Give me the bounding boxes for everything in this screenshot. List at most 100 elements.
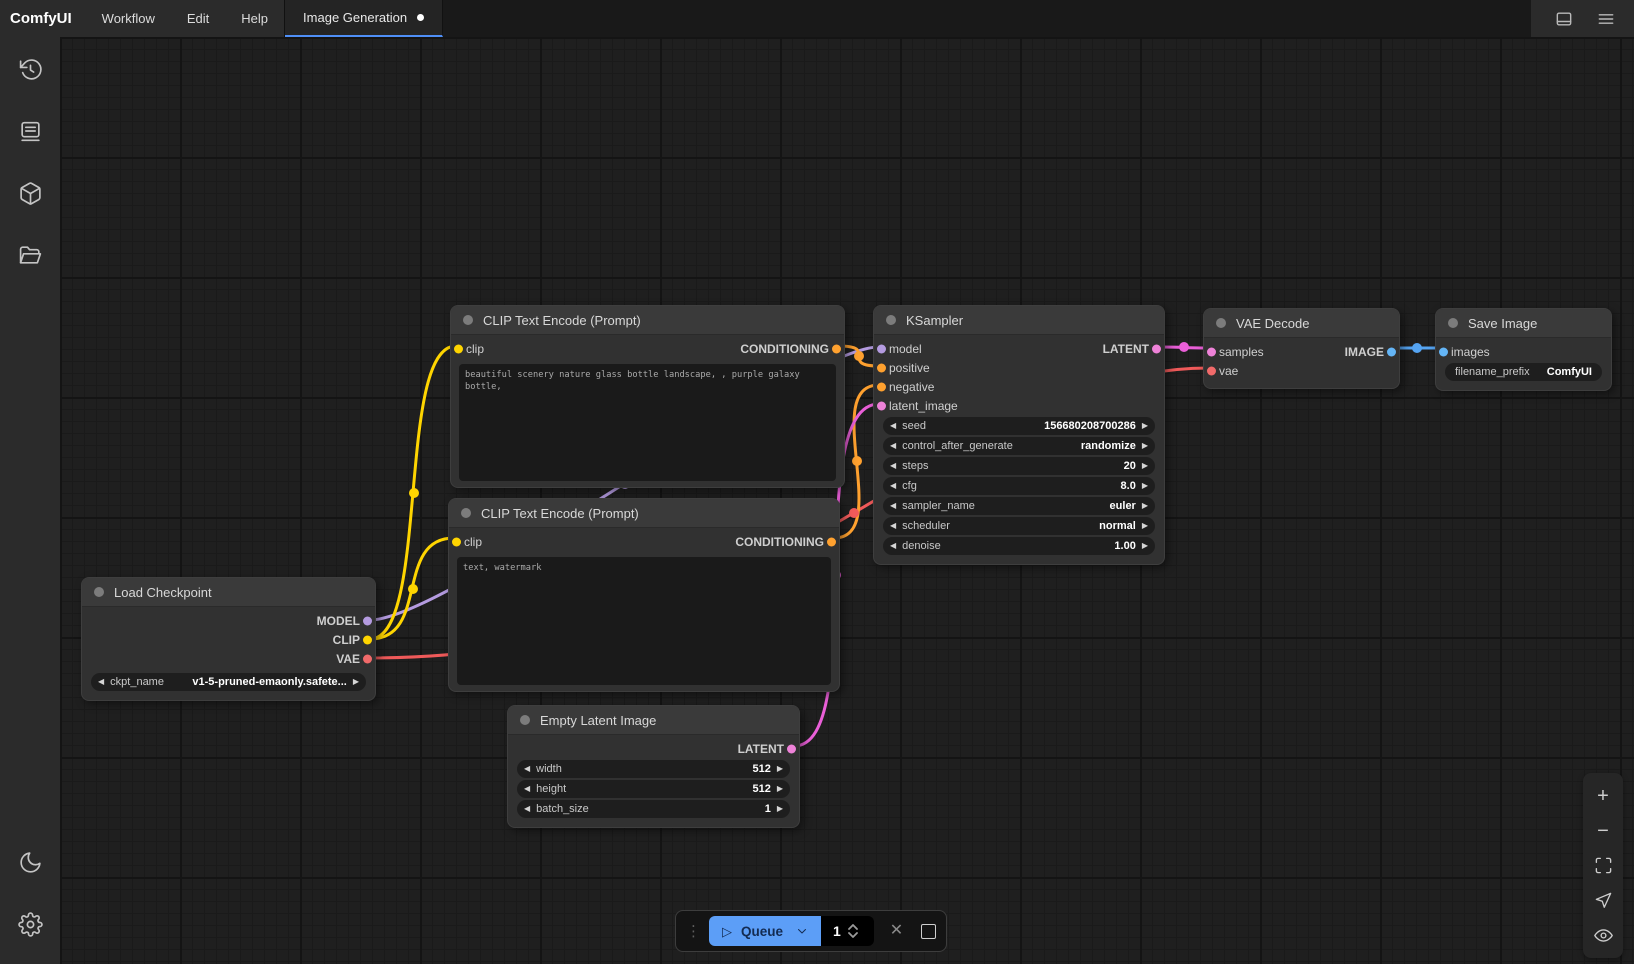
input-dot-clip[interactable] [454, 344, 463, 353]
input-dot-clip[interactable] [452, 537, 461, 546]
increment-icon[interactable]: ▶ [1142, 422, 1148, 430]
bottom-panel-toggle-icon[interactable] [1554, 9, 1574, 29]
widget-ckpt-name[interactable]: ◀ ckpt_name v1-5-pruned-emaonly.safete..… [91, 673, 366, 691]
decrement-icon[interactable]: ◀ [890, 462, 896, 470]
combo-prev-icon[interactable]: ◀ [98, 678, 104, 686]
widget-steps[interactable]: ◀ steps 20 ▶ [883, 457, 1155, 475]
chevron-down-icon[interactable] [796, 925, 808, 937]
node-header[interactable]: Load Checkpoint [82, 578, 375, 607]
batch-count-input[interactable]: 1 [821, 916, 874, 946]
node-header[interactable]: Empty Latent Image [508, 706, 799, 735]
widget-width[interactable]: ◀ width 512 ▶ [517, 760, 790, 778]
queue-button[interactable]: ▷ Queue [709, 916, 821, 946]
collapse-dot-icon[interactable] [886, 315, 896, 325]
prompt-text-area[interactable]: text, watermark [457, 557, 831, 685]
input-dot-samples[interactable] [1207, 347, 1216, 356]
combo-prev-icon[interactable]: ◀ [890, 502, 896, 510]
collapse-dot-icon[interactable] [1448, 318, 1458, 328]
spinner-down-icon[interactable] [848, 932, 858, 938]
node-graph-canvas[interactable] [60, 37, 1634, 964]
menu-help[interactable]: Help [225, 0, 284, 37]
node-header[interactable]: KSampler [874, 306, 1164, 335]
select-mode-button[interactable] [1583, 886, 1623, 915]
menu-workflow[interactable]: Workflow [86, 0, 171, 37]
tab-image-generation[interactable]: Image Generation [285, 0, 443, 37]
output-dot-clip[interactable] [363, 635, 372, 644]
combo-next-icon[interactable]: ▶ [1142, 522, 1148, 530]
node-header[interactable]: VAE Decode [1204, 309, 1399, 338]
decrement-icon[interactable]: ◀ [890, 422, 896, 430]
prompt-text-area[interactable]: beautiful scenery nature glass bottle la… [459, 364, 836, 481]
history-icon[interactable] [18, 57, 43, 82]
decrement-icon[interactable]: ◀ [524, 785, 530, 793]
combo-next-icon[interactable]: ▶ [1142, 442, 1148, 450]
output-dot-latent[interactable] [787, 744, 796, 753]
increment-icon[interactable]: ▶ [1142, 462, 1148, 470]
input-dot-vae[interactable] [1207, 366, 1216, 375]
increment-icon[interactable]: ▶ [1142, 542, 1148, 550]
model-library-icon[interactable] [18, 181, 43, 206]
widget-sampler-name[interactable]: ◀ sampler_name euler ▶ [883, 497, 1155, 515]
workflows-folder-icon[interactable] [18, 243, 43, 268]
output-dot-model[interactable] [363, 616, 372, 625]
settings-gear-icon[interactable] [18, 912, 43, 937]
spinner-up-icon[interactable] [848, 924, 858, 930]
decrement-icon[interactable]: ◀ [524, 765, 530, 773]
collapse-dot-icon[interactable] [1216, 318, 1226, 328]
collapse-dot-icon[interactable] [461, 508, 471, 518]
combo-next-icon[interactable]: ▶ [1142, 502, 1148, 510]
node-header[interactable]: CLIP Text Encode (Prompt) [451, 306, 844, 335]
increment-icon[interactable]: ▶ [1142, 482, 1148, 490]
combo-prev-icon[interactable]: ◀ [890, 442, 896, 450]
theme-toggle-moon-icon[interactable] [18, 850, 43, 875]
input-dot-images[interactable] [1439, 347, 1448, 356]
decrement-icon[interactable]: ◀ [524, 805, 530, 813]
widget-height[interactable]: ◀ height 512 ▶ [517, 780, 790, 798]
increment-icon[interactable]: ▶ [777, 785, 783, 793]
queue-log-icon[interactable] [18, 119, 43, 144]
output-dot-conditioning[interactable] [827, 537, 836, 546]
node-save-image[interactable]: Save Image images filename_prefix ComfyU… [1435, 308, 1612, 391]
node-header[interactable]: CLIP Text Encode (Prompt) [449, 499, 839, 528]
menu-edit[interactable]: Edit [171, 0, 225, 37]
widget-seed[interactable]: ◀ seed 156680208700286 ▶ [883, 417, 1155, 435]
collapse-dot-icon[interactable] [94, 587, 104, 597]
widget-scheduler[interactable]: ◀ scheduler normal ▶ [883, 517, 1155, 535]
output-dot-image[interactable] [1387, 347, 1396, 356]
toggle-link-visibility-button[interactable] [1583, 921, 1623, 950]
input-dot-model[interactable] [877, 344, 886, 353]
widget-filename-prefix[interactable]: filename_prefix ComfyUI [1445, 363, 1602, 381]
zoom-out-button[interactable]: − [1583, 816, 1623, 845]
input-dot-latent-image[interactable] [877, 401, 886, 410]
collapse-dot-icon[interactable] [463, 315, 473, 325]
node-empty-latent-image[interactable]: Empty Latent Image LATENT ◀ width 512 ▶ … [507, 705, 800, 828]
decrement-icon[interactable]: ◀ [890, 542, 896, 550]
count-spinner[interactable] [848, 924, 858, 938]
widget-control-after-generate[interactable]: ◀ control_after_generate randomize ▶ [883, 437, 1155, 455]
input-dot-positive[interactable] [877, 363, 886, 372]
widget-batch-size[interactable]: ◀ batch_size 1 ▶ [517, 800, 790, 818]
app-logo[interactable]: ComfyUI [0, 0, 86, 37]
node-clip-text-encode-negative[interactable]: CLIP Text Encode (Prompt) clip CONDITION… [448, 498, 840, 692]
node-clip-text-encode-positive[interactable]: CLIP Text Encode (Prompt) clip CONDITION… [450, 305, 845, 488]
output-dot-latent[interactable] [1152, 344, 1161, 353]
output-dot-conditioning[interactable] [832, 344, 841, 353]
combo-prev-icon[interactable]: ◀ [890, 522, 896, 530]
node-header[interactable]: Save Image [1436, 309, 1611, 338]
widget-denoise[interactable]: ◀ denoise 1.00 ▶ [883, 537, 1155, 555]
node-load-checkpoint[interactable]: Load Checkpoint MODEL CLIP VAE ◀ ckpt_na… [81, 577, 376, 701]
increment-icon[interactable]: ▶ [777, 765, 783, 773]
zoom-in-button[interactable]: + [1583, 781, 1623, 810]
output-dot-vae[interactable] [363, 654, 372, 663]
fit-view-button[interactable] [1583, 851, 1623, 880]
stop-icon[interactable] [921, 924, 936, 939]
node-ksampler[interactable]: KSampler model LATENT positive negative … [873, 305, 1165, 565]
input-dot-negative[interactable] [877, 382, 886, 391]
decrement-icon[interactable]: ◀ [890, 482, 896, 490]
increment-icon[interactable]: ▶ [777, 805, 783, 813]
combo-next-icon[interactable]: ▶ [353, 678, 359, 686]
drag-handle-icon[interactable]: ⋮ [686, 924, 701, 939]
collapse-dot-icon[interactable] [520, 715, 530, 725]
hamburger-menu-icon[interactable] [1596, 9, 1616, 29]
clear-queue-icon[interactable]: ✕ [890, 923, 903, 939]
